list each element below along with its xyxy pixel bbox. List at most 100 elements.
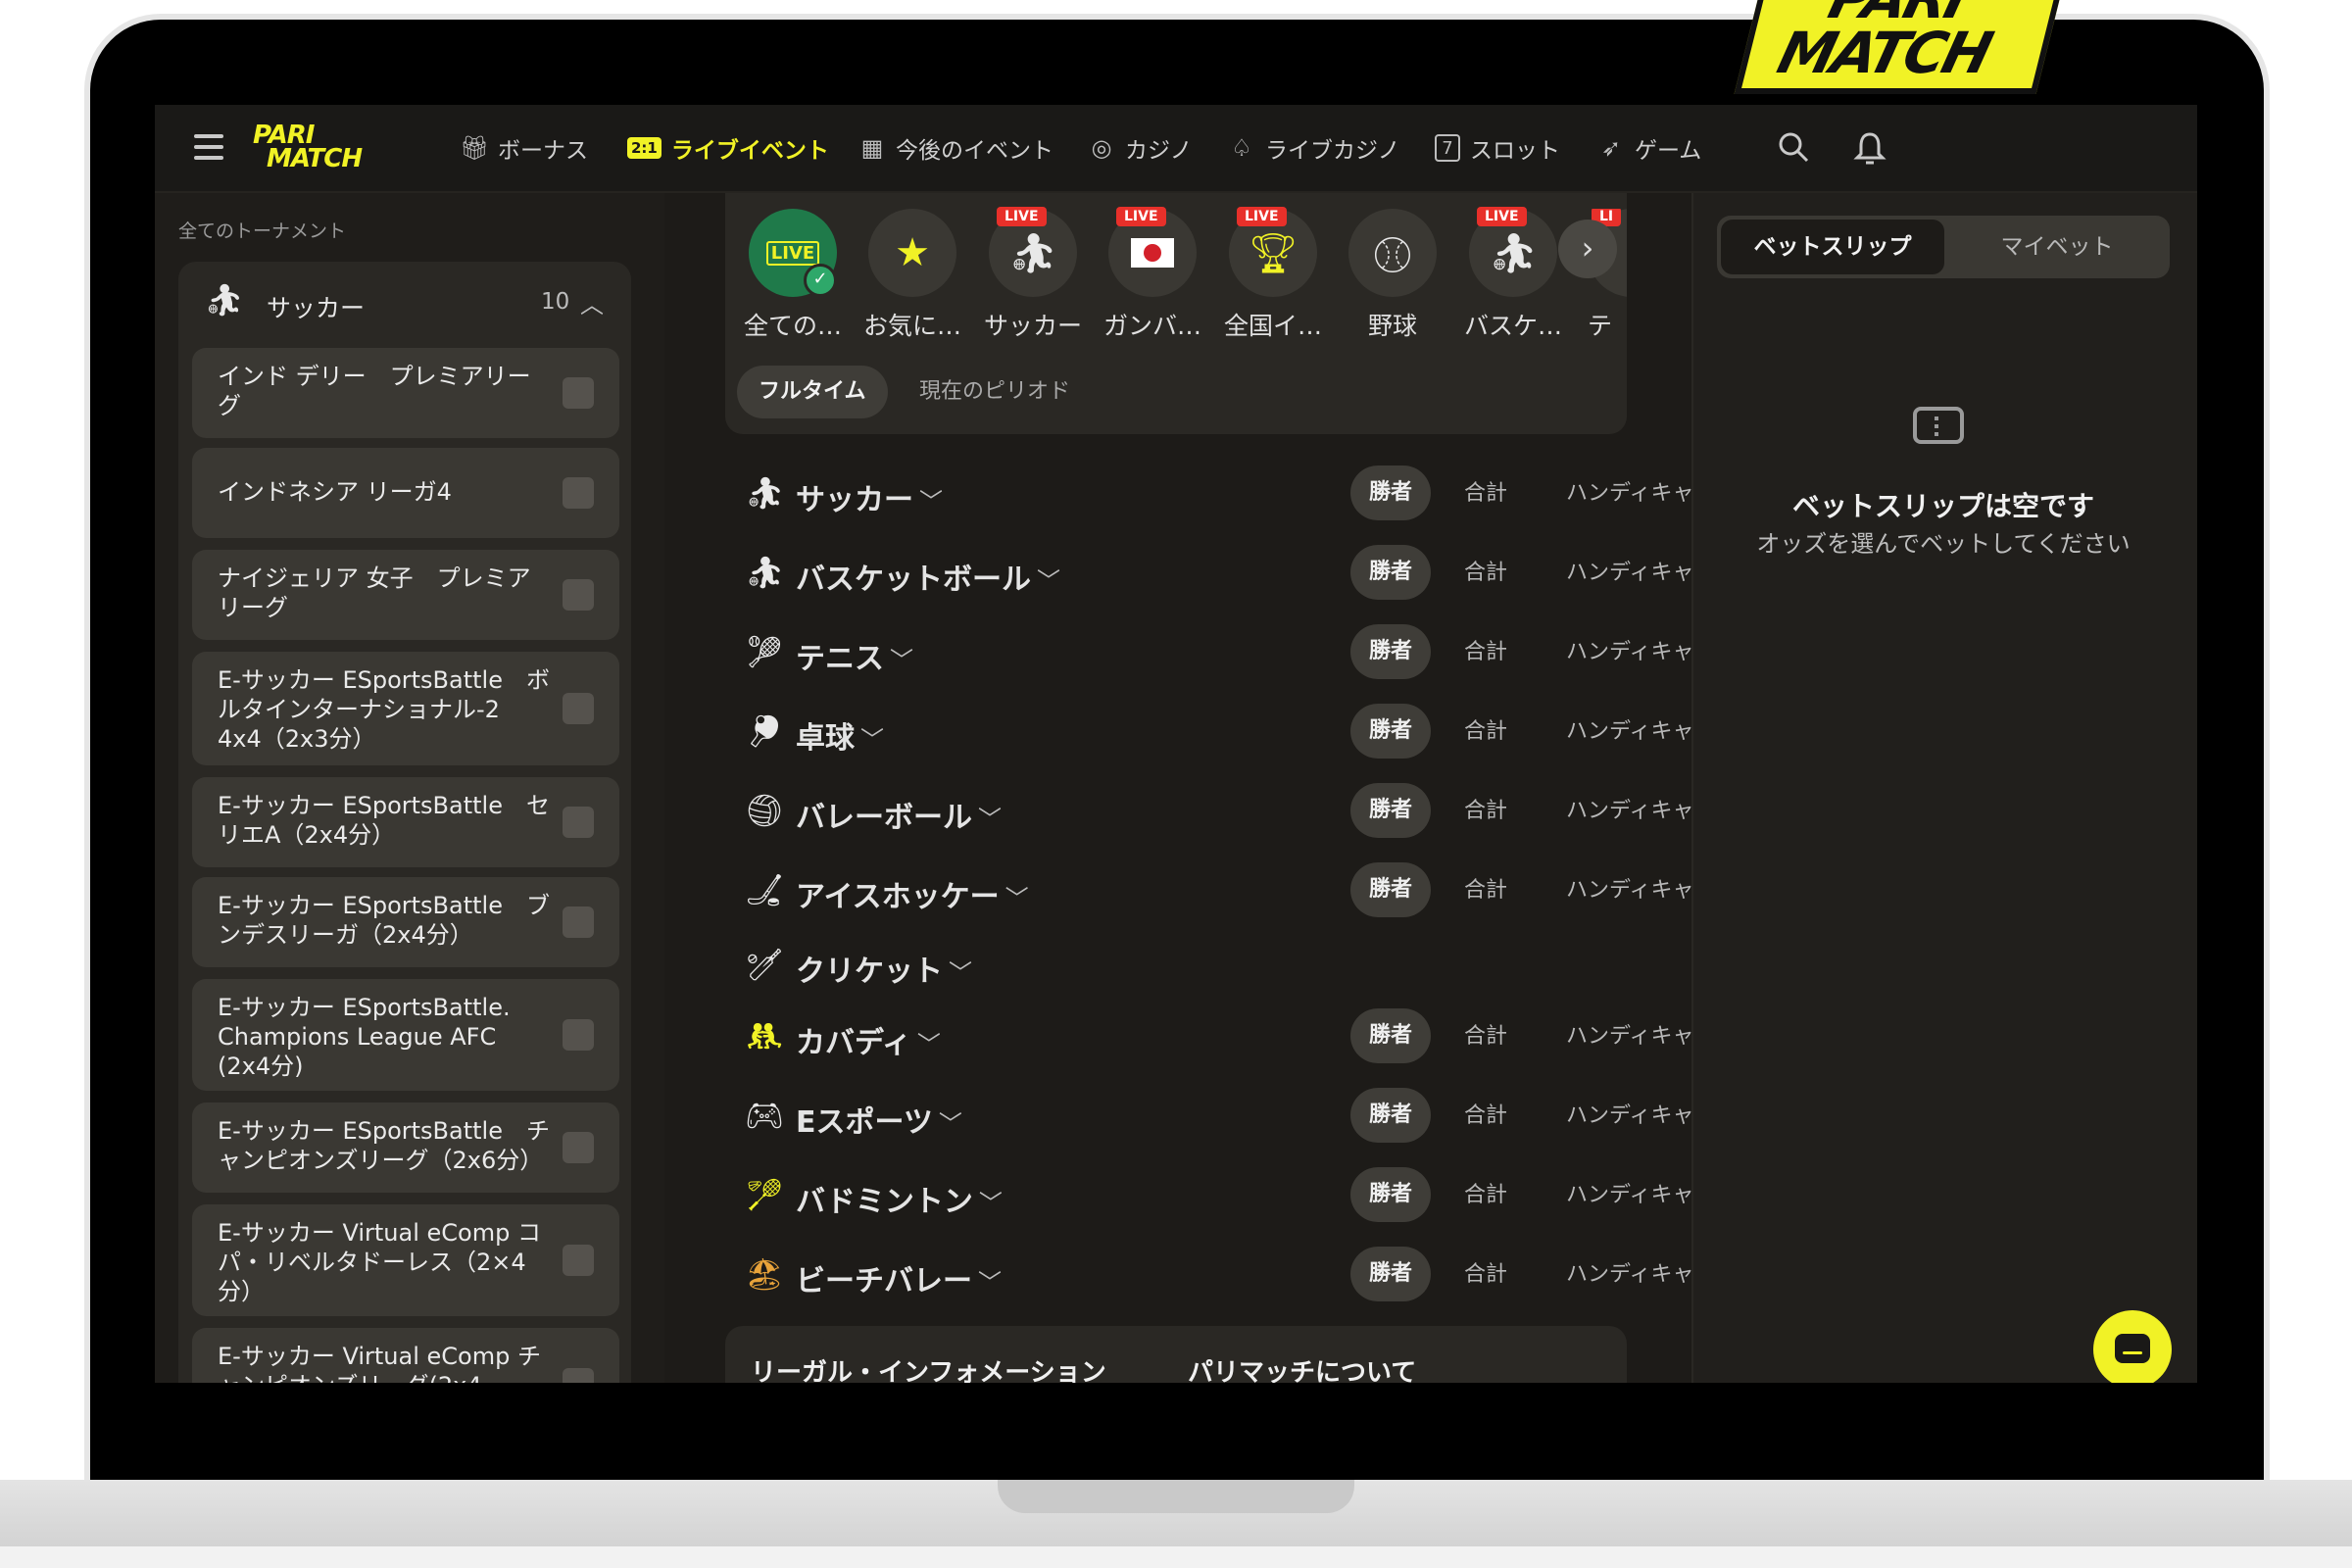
tournament-item[interactable]: E-サッカー ESportsBattle チャンピオンズリーグ（2x6分） (192, 1102, 619, 1193)
kabaddi-icon: 🤼︎ (744, 1017, 785, 1054)
market-total[interactable]: 合計 (1464, 1098, 1507, 1129)
nav-upcoming-events[interactable]: ▦ 今後のイベント (858, 105, 1054, 191)
market-winner[interactable]: 勝者 (1350, 862, 1431, 917)
site-logo[interactable]: PARI MATCH (253, 122, 400, 172)
sport-row-badminton[interactable]: 🏸︎ バドミントン ﹀ 勝者 合計 ハンディキャップ (743, 1163, 1737, 1242)
market-winner[interactable]: 勝者 (1350, 783, 1431, 838)
market-total[interactable]: 合計 (1464, 793, 1507, 824)
footer-about-link[interactable]: パリマッチについて (1188, 1352, 1416, 1383)
footer-legal-link[interactable]: リーガル・インフォメーション (751, 1352, 1106, 1383)
tab-current-period[interactable]: 現在のピリオド (898, 366, 1092, 418)
tournament-item[interactable]: E-サッカー ESportsBattle セリエA（2x4分） (192, 777, 619, 867)
tournament-checkbox[interactable] (563, 1368, 594, 1383)
gamepad-icon: 🎮︎ (744, 1097, 785, 1134)
chevron-up-icon: ︿ (580, 291, 604, 318)
tournament-checkbox[interactable] (563, 477, 594, 509)
market-total[interactable]: 合計 (1464, 1177, 1507, 1208)
tournament-item[interactable]: E-サッカー ESportsBattle ブンデスリーガ（2x4分） (192, 877, 619, 967)
cards-icon: ♤ (1231, 134, 1252, 162)
soccer-player-icon: ⛹︎ LIVE (989, 207, 1077, 297)
casino-chip-icon: ◎ (1091, 134, 1112, 162)
japan-flag-icon: LIVE (1108, 207, 1197, 297)
sport-row-cricket[interactable]: 🏏︎ クリケット ﹀ (743, 933, 1723, 1011)
hamburger-menu-icon[interactable] (194, 134, 223, 160)
shuttlecock-icon: 🏸︎ (744, 1176, 785, 1213)
market-total[interactable]: 合計 (1464, 1018, 1507, 1050)
sport-row-ice-hockey[interactable]: 🏒︎ アイスホッケー ﹀ 勝者 合計 ハンディキャップ (743, 858, 1737, 937)
market-total[interactable]: 合計 (1464, 1256, 1507, 1288)
market-winner[interactable]: 勝者 (1350, 1008, 1431, 1063)
tournament-item[interactable]: インド デリー プレミアリーグ (192, 348, 619, 438)
sport-row-tennis[interactable]: 🎾︎ テニス ﹀ 勝者 合計 ハンディキャップ (743, 620, 1737, 699)
search-icon[interactable] (1776, 130, 1811, 166)
chip-all-live[interactable]: LIVE ✓ 全ての… (739, 209, 847, 342)
chip-basketball[interactable]: ⛹︎ LIVE バスケ… (1459, 207, 1567, 342)
tournament-checkbox[interactable] (563, 579, 594, 611)
chevron-right-icon[interactable]: › (1558, 220, 1617, 278)
tournament-checkbox[interactable] (563, 807, 594, 838)
nav-upcoming-label: 今後のイベント (896, 138, 1054, 164)
market-winner[interactable]: 勝者 (1350, 1247, 1431, 1301)
sport-row-esports[interactable]: 🎮︎ Eスポーツ ﹀ 勝者 合計 ハンディキャップ (743, 1084, 1737, 1162)
tournament-item[interactable]: E-サッカー ESportsBattle. Champions League A… (192, 979, 619, 1091)
tournament-checkbox[interactable] (563, 377, 594, 409)
sidebar-sport-header[interactable]: ⛹︎ サッカー 10 ︿ (178, 262, 631, 342)
market-winner[interactable]: 勝者 (1350, 1167, 1431, 1222)
market-total[interactable]: 合計 (1464, 475, 1507, 507)
tennis-icon: 🎾︎ (744, 633, 785, 670)
market-total[interactable]: 合計 (1464, 634, 1507, 665)
market-winner[interactable]: 勝者 (1350, 545, 1431, 600)
chip-national[interactable]: 🏆︎ LIVE 全国イ… (1219, 207, 1327, 342)
tournament-item[interactable]: インドネシア リーガ4 (192, 448, 619, 538)
tab-full-time[interactable]: フルタイム (737, 366, 888, 418)
nav-slots[interactable]: 7 スロット (1435, 105, 1560, 191)
chip-favorites[interactable]: ★ お気に… (858, 209, 966, 342)
chip-gamba[interactable]: LIVE ガンバ… (1099, 207, 1206, 342)
tab-betslip[interactable]: ベットスリップ (1721, 220, 1944, 274)
tab-my-bets[interactable]: マイベット (1948, 220, 2166, 274)
tournament-item[interactable]: E-サッカー Virtual eComp チャンピオンズリーグ(2x4 (192, 1328, 619, 1383)
tournament-label: E-サッカー Virtual eComp コパ・リベルタドーレス（2×4分） (218, 1219, 541, 1305)
sport-row-kabaddi[interactable]: 🤼︎ カバディ ﹀ 勝者 合計 ハンディキャップ (743, 1004, 1737, 1083)
brand-logo-text: PARI MATCH (1771, 0, 1997, 86)
nav-live-events[interactable]: 2:1 ライブイベント (627, 105, 829, 191)
nav-live-casino[interactable]: ♤ ライブカジノ (1228, 105, 1399, 191)
chip-baseball[interactable]: ⚾︎ 野球 (1339, 209, 1446, 342)
trophy-icon: 🏆︎ LIVE (1229, 207, 1317, 297)
sport-row-soccer[interactable]: ⛹︎ サッカー ﹀ 勝者 合計 ハンディキャップ (743, 462, 1737, 540)
market-total[interactable]: 合計 (1464, 713, 1507, 745)
sport-row-volleyball[interactable]: 🏐︎ バレーボール ﹀ 勝者 合計 ハンディキャップ (743, 779, 1737, 858)
tournament-item[interactable]: ナイジェリア 女子 プレミアリーグ (192, 550, 619, 640)
nav-casino[interactable]: ◎ カジノ (1088, 105, 1193, 191)
live-tv-icon: LIVE ✓ (749, 209, 837, 297)
top-navigation-bar: PARI MATCH 🎁︎ ボーナス 2:1 ライブイベント ▦ 今後のイベント… (155, 105, 2197, 193)
market-winner[interactable]: 勝者 (1350, 466, 1431, 520)
sport-row-beach-volleyball[interactable]: 🏖︎ ビーチバレー ﹀ 勝者 合計 ハンディキャップ (743, 1243, 1737, 1321)
sport-label: 卓球 ﹀ (796, 721, 884, 756)
sport-row-table-tennis[interactable]: 🏓︎ 卓球 ﹀ 勝者 合計 ハンディキャップ (743, 700, 1737, 778)
chip-soccer[interactable]: ⛹︎ LIVE サッカー (979, 207, 1087, 342)
check-icon: ✓ (804, 264, 837, 297)
chat-support-button[interactable] (2093, 1310, 2172, 1383)
tournament-checkbox[interactable] (563, 1019, 594, 1051)
tournament-checkbox[interactable] (563, 693, 594, 724)
tournament-checkbox[interactable] (563, 1132, 594, 1163)
market-total[interactable]: 合計 (1464, 872, 1507, 904)
tournament-item[interactable]: E-サッカー Virtual eComp コパ・リベルタドーレス（2×4分） (192, 1204, 619, 1316)
market-total[interactable]: 合計 (1464, 555, 1507, 586)
sport-label: Eスポーツ ﹀ (796, 1105, 962, 1140)
market-winner[interactable]: 勝者 (1350, 704, 1431, 759)
bell-icon[interactable] (1852, 130, 1887, 166)
market-winner[interactable]: 勝者 (1350, 624, 1431, 679)
nav-bonus[interactable]: 🎁︎ ボーナス (460, 105, 588, 191)
table-tennis-icon: 🏓︎ (744, 712, 785, 750)
nav-games[interactable]: ➶ ゲーム (1597, 105, 1701, 191)
tournament-label: ナイジェリア 女子 プレミアリーグ (218, 564, 531, 621)
tournament-sidebar: 全てのトーナメント ⛹︎ サッカー 10 ︿ インド デリー プレミアリーグ イ… (155, 193, 664, 1383)
tournament-item[interactable]: E-サッカー ESportsBattle ボルタインターナショナル-2 4x4（… (192, 652, 619, 765)
sport-row-basketball[interactable]: ⛹︎ バスケットボール ﹀ 勝者 合計 ハンディキャップ (743, 541, 1737, 619)
market-winner[interactable]: 勝者 (1350, 1088, 1431, 1143)
tournament-checkbox[interactable] (563, 906, 594, 938)
chat-icon (2115, 1334, 2150, 1363)
tournament-checkbox[interactable] (563, 1245, 594, 1276)
